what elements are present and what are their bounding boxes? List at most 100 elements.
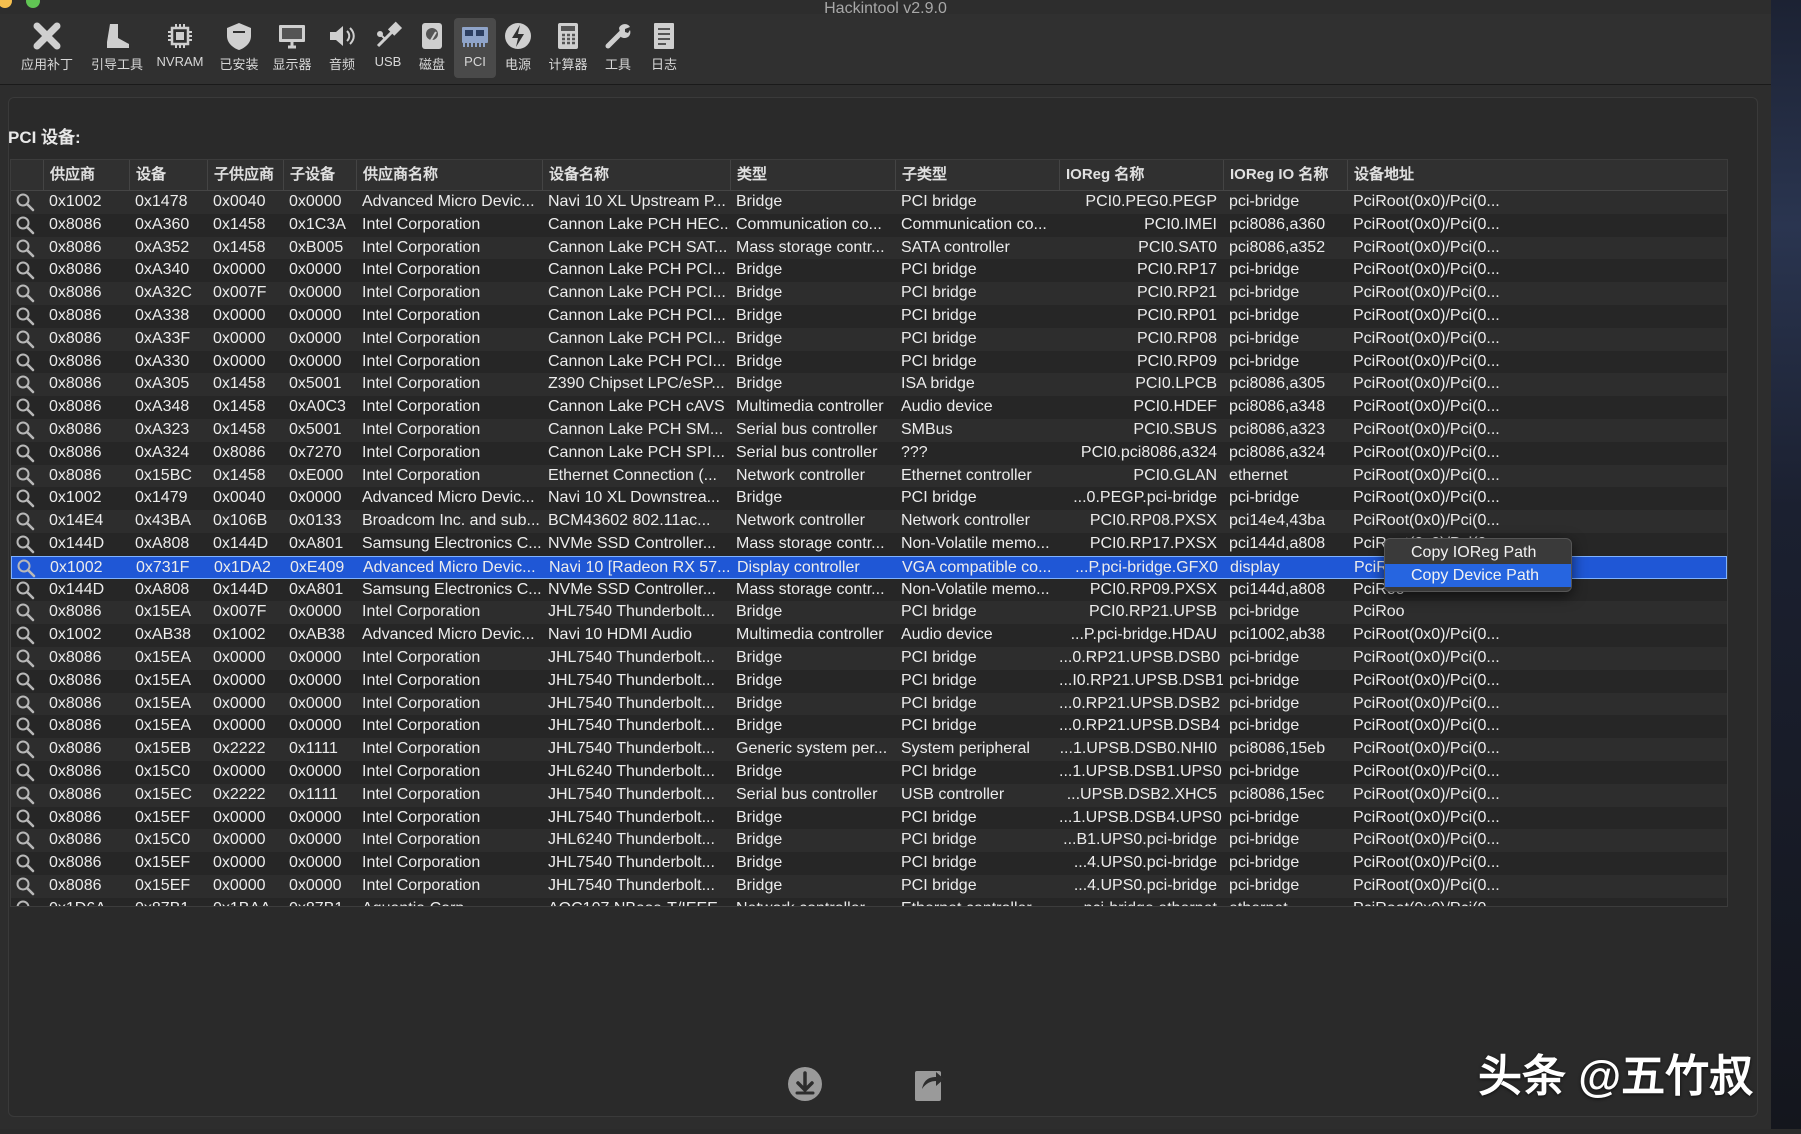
- table-row[interactable]: 0x1D6A0x87B10x1BAA0x87B1Aquantia Corp.AQ…: [11, 897, 1727, 907]
- table-row[interactable]: 0x8086 0x15C0 0x0000 0x0000 Intel Corporatio…: [11, 829, 1727, 853]
- table-row[interactable]: 0x8086 0x15EA 0x0000 0x0000 Intel Corporatio…: [11, 692, 1727, 716]
- column-header[interactable]: 类型: [730, 160, 895, 190]
- table-row[interactable]: 0x8086 0xA340 0x0000 0x0000 Intel Corporatio…: [11, 259, 1727, 283]
- table-row[interactable]: 0x8086 0x15EF 0x0000 0x0000 Intel Corporatio…: [11, 852, 1727, 875]
- toolbar-item-log[interactable]: 日志: [644, 18, 684, 78]
- minimize-button[interactable]: [0, 0, 12, 8]
- magnifier-icon[interactable]: [15, 306, 37, 326]
- toolbar-item-pci[interactable]: PCI: [454, 18, 496, 78]
- table-row[interactable]: 0x8086 0xA352 0x1458 0xB005 Intel Corporatio…: [11, 236, 1727, 260]
- magnifier-icon[interactable]: [15, 876, 37, 896]
- table-row[interactable]: 0x8086 0xA305 0x1458 0x5001 Intel Corporatio…: [11, 373, 1727, 397]
- magnifier-icon[interactable]: [15, 283, 37, 303]
- column-header[interactable]: IOReg 名称: [1059, 160, 1223, 190]
- toolbar-item-chip[interactable]: NVRAM: [152, 18, 208, 78]
- table-cell: Bridge: [736, 307, 783, 324]
- magnifier-icon[interactable]: [15, 625, 37, 645]
- table-row[interactable]: 0x8086 0xA360 0x1458 0x1C3A Intel Corporatio…: [11, 213, 1727, 237]
- magnifier-icon[interactable]: [15, 260, 37, 280]
- table-cell: 0x1002: [49, 193, 102, 210]
- table-row[interactable]: 0x8086 0xA323 0x1458 0x5001 Intel Corporatio…: [11, 419, 1727, 442]
- magnifier-icon[interactable]: [15, 785, 37, 805]
- table-cell: Multimedia controller: [736, 626, 884, 644]
- power-icon: [505, 23, 531, 49]
- column-header[interactable]: 设备: [129, 160, 207, 190]
- magnifier-icon[interactable]: [15, 215, 37, 235]
- magnifier-icon[interactable]: [15, 899, 37, 907]
- zoom-button[interactable]: [26, 0, 40, 8]
- magnifier-icon[interactable]: [15, 374, 37, 394]
- magnifier-icon[interactable]: [15, 808, 37, 828]
- column-header[interactable]: 供应商: [43, 160, 129, 190]
- magnifier-icon[interactable]: [15, 466, 37, 486]
- table-row[interactable]: 0x8086 0xA324 0x8086 0x7270 Intel Corporatio…: [11, 441, 1727, 465]
- magnifier-icon[interactable]: [15, 534, 37, 554]
- table-row[interactable]: 0x1002 0x1478 0x0040 0x0000 Advanced Micro D…: [11, 191, 1727, 214]
- pci-devices-table[interactable]: 供应商 设备 子供应商 子设备 供应商名称 设备名称 类型 子类型 IOReg 名称 IOReg …: [10, 159, 1728, 907]
- table-row[interactable]: 0x8086 0x15EF 0x0000 0x0000 Intel Corporatio…: [11, 806, 1727, 830]
- column-header[interactable]: IOReg IO 名称: [1223, 160, 1347, 190]
- table-row[interactable]: 0x8086 0x15EA 0x007F 0x0000 Intel Corporatio…: [11, 601, 1727, 625]
- table-row[interactable]: 0x1002 0xAB38 0x1002 0xAB38 Advanced Micro D…: [11, 624, 1727, 647]
- magnifier-icon[interactable]: [15, 329, 37, 349]
- magnifier-icon[interactable]: [15, 716, 37, 736]
- table-row[interactable]: 0x8086 0x15C0 0x0000 0x0000 Intel Corporatio…: [11, 761, 1727, 784]
- toolbar-item-boot[interactable]: 引导工具: [86, 18, 148, 78]
- magnifier-icon[interactable]: [15, 192, 37, 212]
- magnifier-icon[interactable]: [15, 420, 37, 440]
- magnifier-icon[interactable]: [15, 443, 37, 463]
- column-header[interactable]: 供应商名称: [356, 160, 542, 190]
- magnifier-icon[interactable]: [15, 580, 37, 600]
- magnifier-icon[interactable]: [15, 830, 37, 850]
- toolbar-item-shield[interactable]: 已安装: [216, 18, 262, 78]
- table-row[interactable]: 0x8086 0xA32C 0x007F 0x0000 Intel Corporatio…: [11, 282, 1727, 305]
- toolbar-item-wrench[interactable]: 工具: [598, 18, 638, 78]
- magnifier-icon[interactable]: [15, 853, 37, 873]
- table-row[interactable]: 0x8086 0x15EB 0x2222 0x1111 Intel Corporatio…: [11, 738, 1727, 761]
- table-row[interactable]: 0x1002 0x1479 0x0040 0x0000 Advanced Micro D…: [11, 487, 1727, 511]
- toolbar-item-power[interactable]: 电源: [498, 18, 538, 78]
- column-header[interactable]: 设备地址: [1347, 160, 1727, 190]
- toolbar-item-calculator[interactable]: 计算器: [544, 18, 592, 78]
- magnifier-icon[interactable]: [15, 511, 37, 531]
- magnifier-icon[interactable]: [15, 602, 37, 622]
- magnifier-icon[interactable]: [15, 694, 37, 714]
- magnifier-icon[interactable]: [15, 397, 37, 417]
- magnifier-icon[interactable]: [15, 762, 37, 782]
- column-header[interactable]: 子类型: [895, 160, 1059, 190]
- magnifier-icon[interactable]: [15, 648, 37, 668]
- copy-device-path-menu-item[interactable]: Copy Device Path: [1385, 564, 1571, 587]
- table-row[interactable]: 0x8086 0x15EC 0x2222 0x1111 Intel Corporatio…: [11, 783, 1727, 807]
- table-row[interactable]: 0x8086 0x15EA 0x0000 0x0000 Intel Corporatio…: [11, 715, 1727, 739]
- magnifier-icon[interactable]: [15, 238, 37, 258]
- table-row[interactable]: 0x8086 0xA348 0x1458 0xA0C3 Intel Corporatio…: [11, 396, 1727, 419]
- table-cell: PCI bridge: [901, 307, 977, 324]
- table-cell: ...0.RP21.UPSB.DSB0: [1059, 649, 1220, 666]
- toolbar-item-speaker[interactable]: 音频: [322, 18, 362, 78]
- table-row[interactable]: 0x8086 0xA338 0x0000 0x0000 Intel Corporatio…: [11, 305, 1727, 328]
- copy-ioreg-path-menu-item[interactable]: Copy IOReg Path: [1385, 541, 1571, 564]
- toolbar-item-monitor[interactable]: 显示器: [268, 18, 316, 78]
- table-row[interactable]: 0x8086 0xA330 0x0000 0x0000 Intel Corporatio…: [11, 350, 1727, 374]
- column-header[interactable]: 子供应商: [207, 160, 283, 190]
- table-row[interactable]: 0x8086 0x15EF 0x0000 0x0000 Intel Corporatio…: [11, 875, 1727, 898]
- magnifier-icon[interactable]: [15, 671, 37, 691]
- magnifier-icon[interactable]: [15, 739, 37, 759]
- magnifier-icon[interactable]: [15, 488, 37, 508]
- table-row[interactable]: 0x8086 0xA33F 0x0000 0x0000 Intel Corporatio…: [11, 327, 1727, 351]
- table-cell: Generic system per...: [736, 740, 888, 758]
- magnifier-icon[interactable]: [16, 558, 38, 578]
- toolbar-item-patch[interactable]: 应用补丁: [18, 18, 76, 78]
- toolbar-item-disk[interactable]: 磁盘: [412, 18, 452, 78]
- table-row[interactable]: 0x8086 0x15EA 0x0000 0x0000 Intel Corporatio…: [11, 669, 1727, 693]
- share-icon[interactable]: [912, 1065, 946, 1103]
- download-icon[interactable]: [786, 1065, 824, 1103]
- magnifier-icon[interactable]: [15, 352, 37, 372]
- column-header[interactable]: 子设备: [283, 160, 356, 190]
- table-row[interactable]: 0x14E4 0x43BA 0x106B 0x0133 Broadcom Inc. an…: [11, 510, 1727, 533]
- table-cell: PCI bridge: [901, 763, 977, 780]
- table-row[interactable]: 0x8086 0x15EA 0x0000 0x0000 Intel Corporatio…: [11, 647, 1727, 670]
- table-row[interactable]: 0x8086 0x15BC 0x1458 0xE000 Intel Corporatio…: [11, 464, 1727, 488]
- column-header[interactable]: 设备名称: [542, 160, 730, 190]
- toolbar-item-usb[interactable]: USB: [368, 18, 408, 78]
